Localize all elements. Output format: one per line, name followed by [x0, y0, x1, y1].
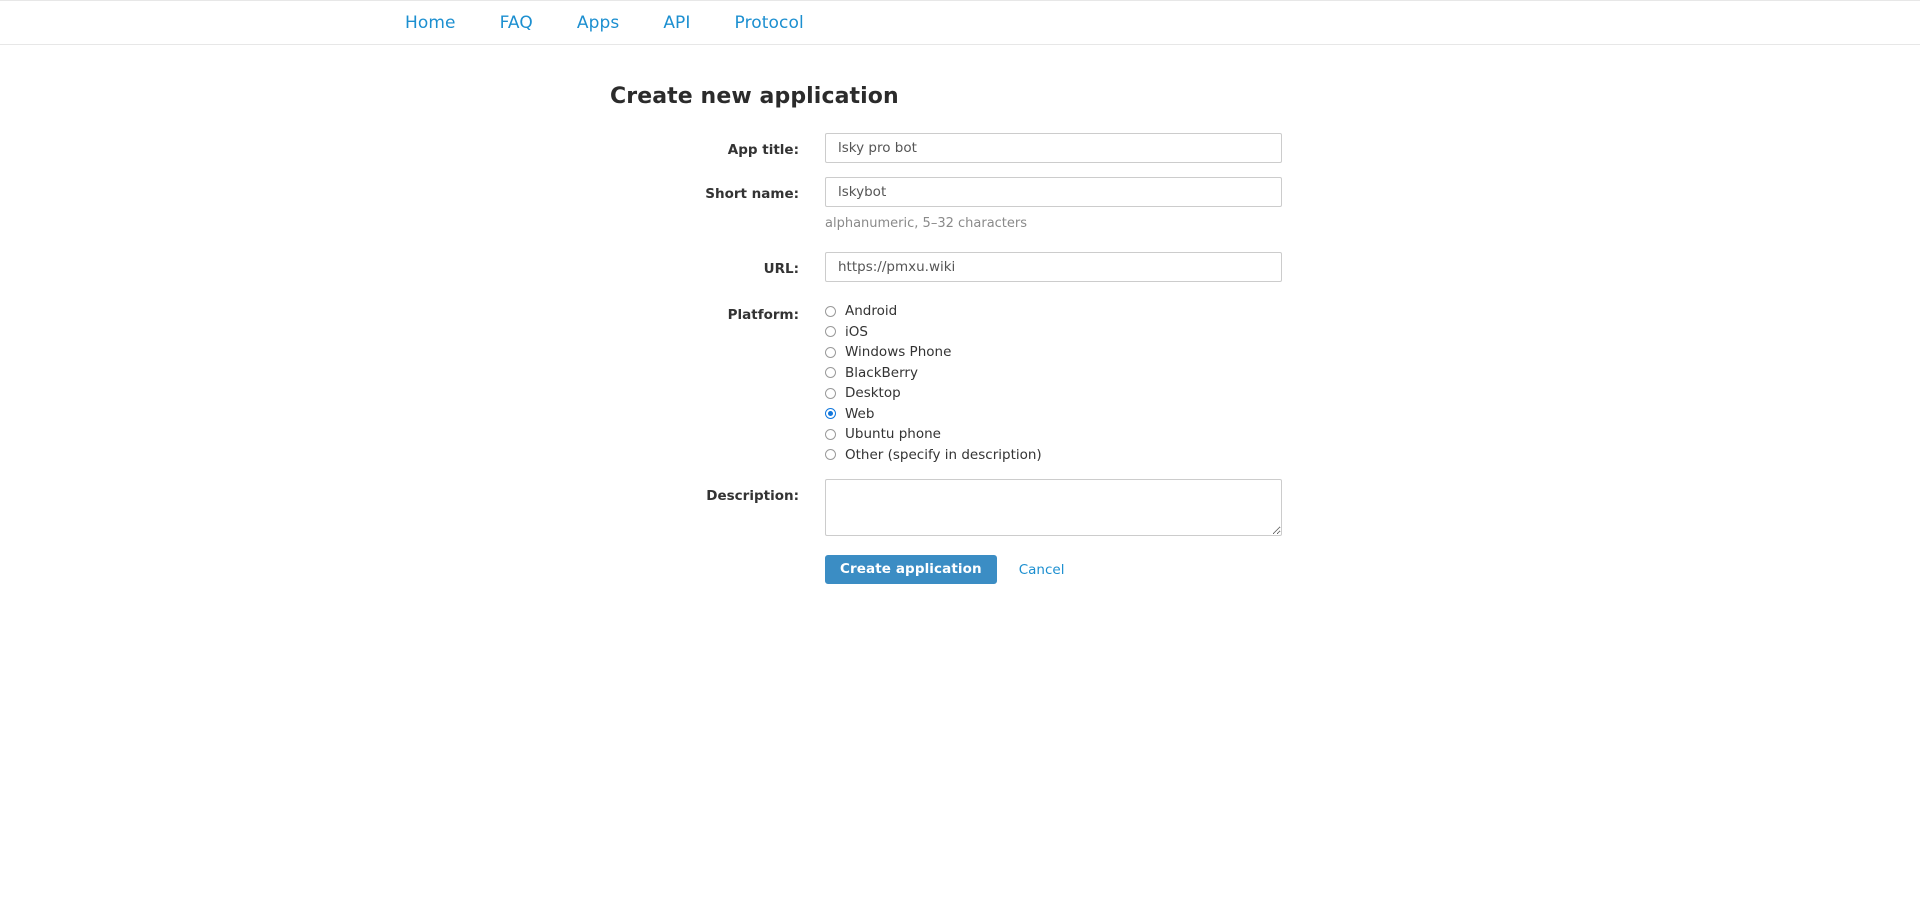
description-textarea[interactable]	[825, 479, 1282, 536]
short-name-control: alphanumeric, 5–32 characters	[825, 177, 1282, 232]
nav-link-faq[interactable]: FAQ	[500, 13, 533, 33]
radio-icon	[825, 367, 836, 379]
platform-radio-group: Android iOS Windows Phone BlackBerry Desktop…	[825, 298, 1282, 465]
radio-icon	[825, 449, 836, 461]
radio-icon	[825, 305, 836, 317]
main-navbar: Home FAQ Apps API Protocol	[0, 1, 1920, 45]
url-label: URL:	[763, 261, 799, 277]
radio-icon	[825, 326, 836, 338]
app-title-control	[825, 133, 1282, 163]
platform-label: Platform:	[727, 307, 799, 323]
main-content: Create new application App title: Short …	[0, 45, 1920, 584]
platform-radio-label: Desktop	[845, 385, 901, 402]
create-application-button[interactable]: Create application	[825, 555, 997, 584]
description-label: Description:	[706, 488, 799, 504]
platform-radio-other-specify-in-description[interactable]: Other (specify in description)	[825, 445, 1282, 466]
platform-radio-ubuntu-phone[interactable]: Ubuntu phone	[825, 424, 1282, 445]
radio-icon	[825, 346, 836, 358]
url-input[interactable]	[825, 252, 1282, 282]
description-control: Create application Cancel	[825, 479, 1282, 584]
short-name-input[interactable]	[825, 177, 1282, 207]
form-row-short-name: Short name: alphanumeric, 5–32 character…	[0, 177, 1920, 232]
short-name-help-text: alphanumeric, 5–32 characters	[825, 216, 1028, 231]
platform-radio-web[interactable]: Web	[825, 404, 1282, 425]
platform-radio-ios[interactable]: iOS	[825, 322, 1282, 343]
page-title: Create new application	[610, 84, 899, 109]
platform-radio-label: iOS	[845, 323, 868, 340]
app-title-input[interactable]	[825, 133, 1282, 163]
platform-radio-label: Android	[845, 303, 898, 320]
platform-radio-label: Web	[845, 405, 875, 422]
platform-radio-blackberry[interactable]: BlackBerry	[825, 363, 1282, 384]
form-row-description: Description: Create application Cancel	[0, 479, 1920, 584]
form-row-app-title: App title:	[0, 133, 1920, 163]
platform-radio-label: Windows Phone	[845, 344, 952, 361]
form-actions: Create application Cancel	[825, 555, 1282, 584]
cancel-link[interactable]: Cancel	[1019, 561, 1065, 579]
nav-link-api[interactable]: API	[663, 13, 690, 33]
radio-icon	[825, 428, 836, 440]
platform-radio-label: Other (specify in description)	[845, 446, 1042, 463]
form-row-url: URL:	[0, 252, 1920, 282]
platform-radio-android[interactable]: Android	[825, 301, 1282, 322]
form-row-platform: Platform: Android iOS Windows Phone BlackBe…	[0, 298, 1920, 465]
platform-radio-label: BlackBerry	[845, 364, 918, 381]
create-application-form: App title: Short name: alphanumeric, 5–3…	[0, 133, 1920, 584]
app-title-label: App title:	[727, 142, 799, 158]
platform-radio-desktop[interactable]: Desktop	[825, 383, 1282, 404]
nav-link-apps[interactable]: Apps	[577, 13, 619, 33]
platform-radio-windows-phone[interactable]: Windows Phone	[825, 342, 1282, 363]
radio-icon	[825, 408, 836, 420]
url-control	[825, 252, 1282, 282]
platform-control: Android iOS Windows Phone BlackBerry Desktop…	[825, 298, 1282, 465]
radio-icon	[825, 387, 836, 399]
platform-radio-label: Ubuntu phone	[845, 426, 941, 443]
nav-link-home[interactable]: Home	[405, 13, 456, 33]
short-name-label: Short name:	[705, 186, 799, 202]
nav-link-protocol[interactable]: Protocol	[735, 13, 804, 33]
